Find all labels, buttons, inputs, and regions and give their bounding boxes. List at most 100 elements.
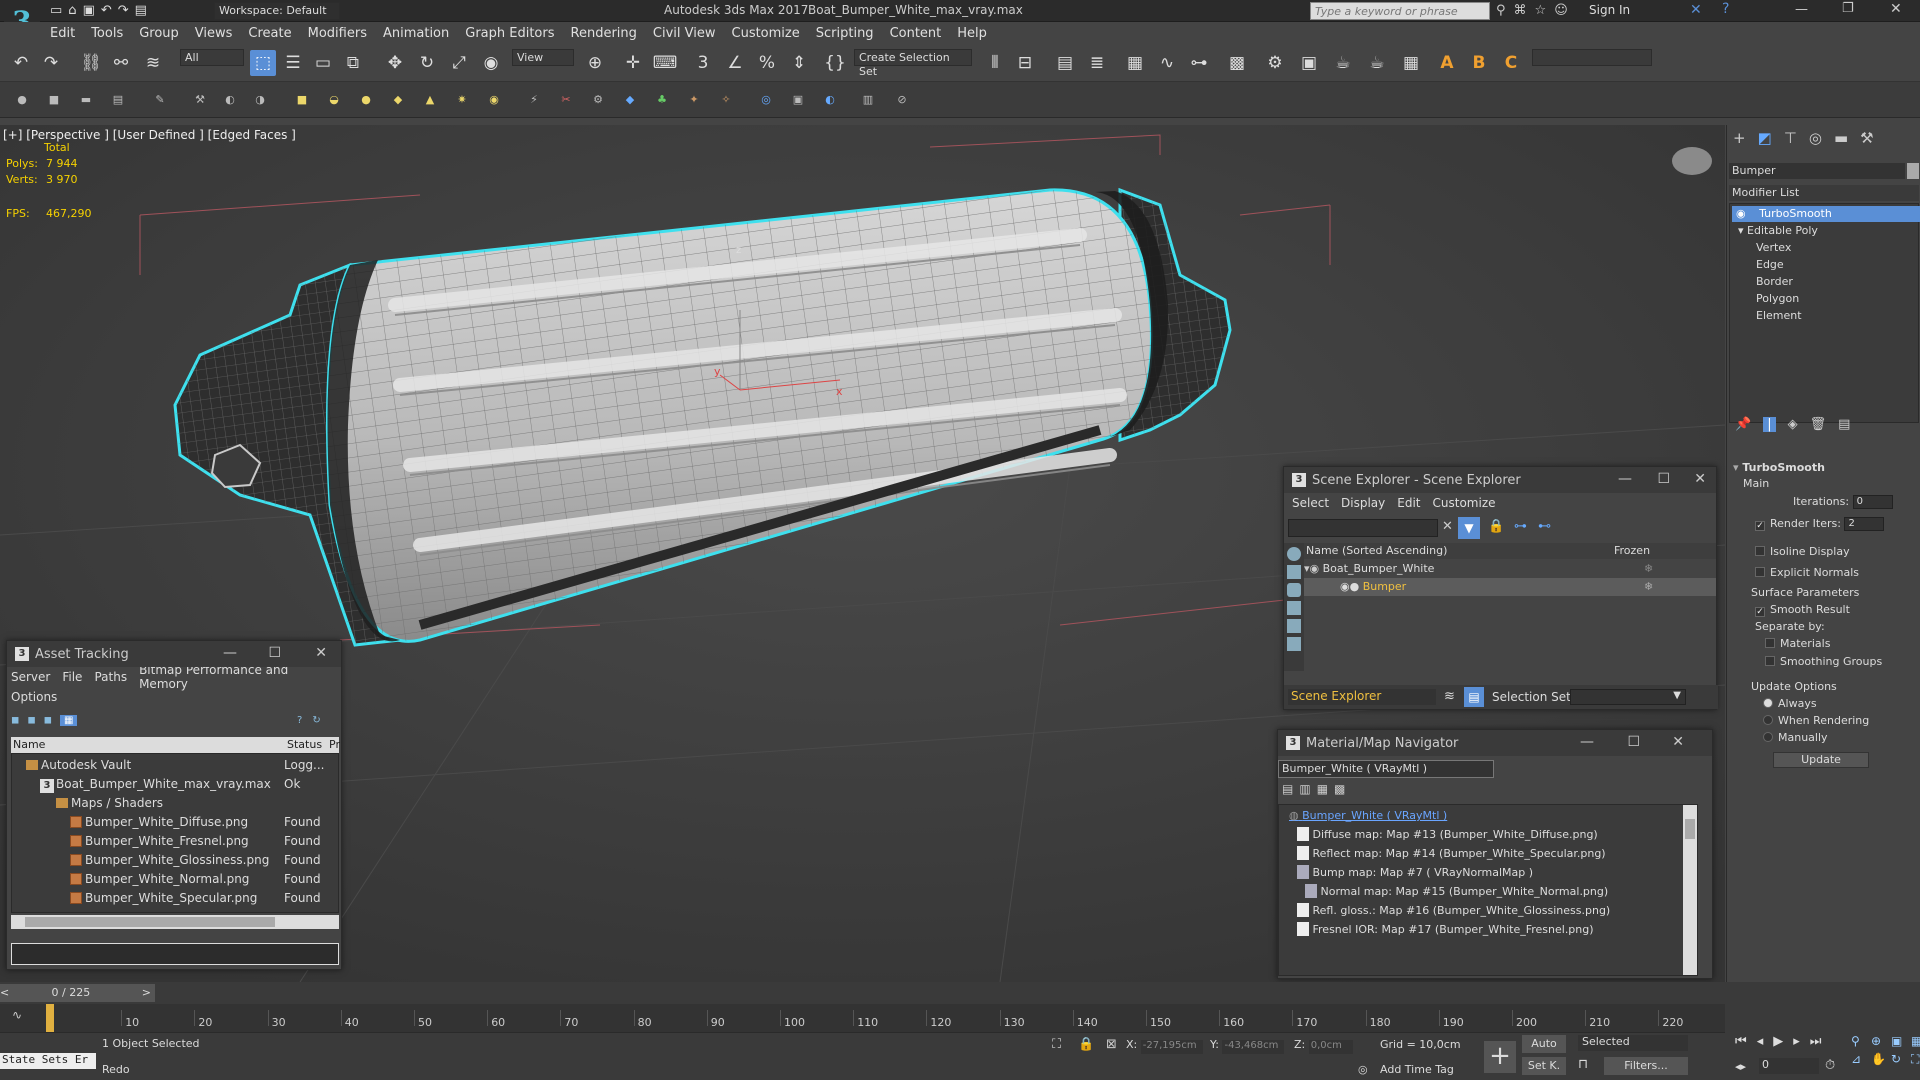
at-row[interactable]: Bumper_White_Specular.png Found: [12, 889, 338, 907]
show-end-result-icon[interactable]: |: [1763, 417, 1776, 432]
vray-b-icon[interactable]: B: [1466, 50, 1492, 76]
menu-graph-editors[interactable]: Graph Editors: [465, 26, 554, 41]
toolbar2-fx7-icon[interactable]: ✧: [716, 90, 736, 110]
modifier-stack-item[interactable]: Element: [1732, 308, 1920, 324]
ribbon-toggle-icon[interactable]: ▦: [1122, 50, 1148, 76]
help-icon[interactable]: ?: [1722, 1, 1729, 17]
key-filter-dropdown[interactable]: Selected: [1578, 1035, 1688, 1051]
large-icons-icon[interactable]: ▩: [1334, 782, 1345, 796]
play-icon[interactable]: ▶: [1773, 1034, 1783, 1049]
absolute-mode-icon[interactable]: ⊠: [1106, 1037, 1117, 1052]
toolbar2-fx2-icon[interactable]: ✂: [556, 90, 576, 110]
mirror-icon[interactable]: ⫴: [982, 50, 1008, 76]
se-side-icon-5[interactable]: [1287, 619, 1301, 633]
frozen-icon[interactable]: ❄: [1644, 578, 1653, 596]
orbit-icon[interactable]: ↻: [1891, 1052, 1907, 1067]
pivot-center-icon[interactable]: ⊕: [582, 50, 608, 76]
when-rendering-radio[interactable]: When Rendering: [1763, 714, 1869, 727]
toolbar2-icon-4[interactable]: ▤: [108, 90, 128, 110]
modifier-stack-item[interactable]: ▾ Editable Poly: [1732, 223, 1920, 239]
rendered-frame-icon[interactable]: ▣: [1296, 50, 1322, 76]
display-tab-icon[interactable]: ▬: [1834, 129, 1848, 147]
at-menu-options[interactable]: Options: [11, 690, 57, 704]
se-row-boat[interactable]: ▾◉ Boat_Bumper_White ❄: [1304, 560, 1716, 578]
render-setup-icon[interactable]: ⚙: [1262, 50, 1288, 76]
modifier-stack-item[interactable]: Edge: [1732, 257, 1920, 273]
se-menu-display[interactable]: Display: [1341, 496, 1385, 510]
toolbar2-fx1-icon[interactable]: ⚡: [524, 90, 544, 110]
small-icons-icon[interactable]: ▦: [1317, 782, 1328, 796]
hierarchy2-icon[interactable]: ⊷: [1538, 519, 1551, 534]
workspace-dropdown[interactable]: Workspace: Default: [214, 2, 340, 20]
menu-edit[interactable]: Edit: [50, 26, 75, 41]
place-icon[interactable]: ◉: [478, 50, 504, 76]
selection-lock-icon[interactable]: 🔒: [1078, 1037, 1094, 1052]
close-icon[interactable]: ✕: [1694, 471, 1706, 487]
project-icon[interactable]: ▤: [135, 3, 147, 18]
explicit-normals-row[interactable]: Explicit Normals: [1755, 566, 1859, 579]
menu-help[interactable]: Help: [957, 26, 987, 41]
toolbar2-fx6-icon[interactable]: ✦: [684, 90, 704, 110]
configure-sets-icon[interactable]: ▤: [1838, 417, 1850, 432]
rollout-title[interactable]: ▾ TurboSmooth: [1733, 461, 1825, 474]
menu-tools[interactable]: Tools: [91, 26, 123, 41]
time-slider[interactable]: 0 / 225 >: [0, 984, 155, 1002]
select-manipulate-icon[interactable]: ✛: [620, 50, 646, 76]
modifier-stack-item[interactable]: Polygon: [1732, 291, 1920, 307]
se-side-icon-1[interactable]: [1287, 547, 1301, 561]
new-file-icon[interactable]: ▭: [50, 3, 62, 18]
at-menu-server[interactable]: Server: [11, 670, 50, 684]
material-navigator-titlebar[interactable]: 3 Material/Map Navigator — ☐ ✕: [1278, 730, 1712, 756]
se-explorer-name[interactable]: Scene Explorer: [1288, 689, 1436, 705]
material-tree-item[interactable]: Fresnel IOR: Map #17 (Bumper_White_Fresn…: [1297, 921, 1594, 939]
prev-frame-icon[interactable]: ◂: [1757, 1034, 1764, 1049]
material-tree-item[interactable]: ◍ Bumper_White ( VRayMtl ): [1289, 807, 1447, 825]
menu-views[interactable]: Views: [195, 26, 233, 41]
maximize-icon[interactable]: ☐: [268, 645, 281, 661]
close-icon[interactable]: ✕: [1672, 734, 1684, 750]
set-key-button[interactable]: Set K.: [1522, 1057, 1566, 1075]
maximize-viewport-icon[interactable]: ⛶: [1911, 1052, 1920, 1067]
material-tree-item[interactable]: Bump map: Map #7 ( VRayNormalMap ): [1297, 864, 1533, 882]
se-menu-edit[interactable]: Edit: [1397, 496, 1420, 510]
toolbar2-icon-8[interactable]: ◑: [250, 90, 270, 110]
toolbar2-fx9-icon[interactable]: ▣: [788, 90, 808, 110]
toolbar2-icon-1[interactable]: ●: [12, 90, 32, 110]
next-frame-icon[interactable]: ▸: [1793, 1034, 1800, 1049]
toolbar2-fx8-icon[interactable]: ◎: [756, 90, 776, 110]
maximize-icon[interactable]: ☐: [1657, 471, 1670, 487]
select-by-name-icon[interactable]: ☰: [280, 50, 306, 76]
bind-space-warp-icon[interactable]: ≋: [140, 50, 166, 76]
schematic-view-icon[interactable]: ⊶: [1186, 50, 1212, 76]
material-tree-item[interactable]: Refl. gloss.: Map #16 (Bumper_White_Glos…: [1297, 902, 1610, 920]
menu-content[interactable]: Content: [890, 26, 942, 41]
at-col-name[interactable]: Name: [13, 738, 45, 751]
se-col-name[interactable]: Name (Sorted Ascending): [1306, 544, 1447, 557]
selection-filter-dropdown[interactable]: All: [180, 49, 244, 66]
modifier-stack-item[interactable]: ◉ TurboSmooth: [1732, 206, 1920, 222]
display-icon[interactable]: ▤: [1464, 687, 1484, 707]
exchange-icon[interactable]: ✕: [1690, 2, 1702, 18]
modifier-list-dropdown[interactable]: Modifier List: [1729, 185, 1919, 201]
material-tree-item[interactable]: Diffuse map: Map #13 (Bumper_White_Diffu…: [1297, 826, 1598, 844]
undo-icon[interactable]: ↶: [101, 3, 112, 18]
at-row[interactable]: 3 Boat_Bumper_White_max_vray.max Ok: [12, 775, 338, 793]
at-toolbar-icon-1[interactable]: ◼: [11, 715, 19, 726]
at-menu-bitmap[interactable]: Bitmap Performance and Memory: [139, 663, 329, 691]
extra-toolbar-dropdown[interactable]: [1532, 49, 1652, 66]
toolbar2-fx3-icon[interactable]: ⚙: [588, 90, 608, 110]
materials-row[interactable]: Materials: [1765, 637, 1830, 650]
modifier-stack-item[interactable]: Border: [1732, 274, 1920, 290]
go-to-end-icon[interactable]: ⏭: [1810, 1034, 1822, 1049]
se-side-icon-2[interactable]: [1287, 565, 1301, 579]
toolbar2-light-icon[interactable]: ■: [292, 90, 312, 110]
at-toolbar-icon-2[interactable]: ◼: [27, 715, 35, 726]
toolbar2-icon-2[interactable]: ■: [44, 90, 64, 110]
close-window-button[interactable]: ✕: [1890, 1, 1902, 17]
toolbar2-sun2-icon[interactable]: ✷: [452, 90, 472, 110]
curve-editor-icon[interactable]: ∿: [1154, 50, 1180, 76]
toolbar2-fx5-icon[interactable]: ♣: [652, 90, 672, 110]
redo-icon[interactable]: ↷: [38, 50, 64, 76]
toolbar2-icon-5[interactable]: ✎: [150, 90, 170, 110]
at-path-field[interactable]: [11, 943, 339, 965]
